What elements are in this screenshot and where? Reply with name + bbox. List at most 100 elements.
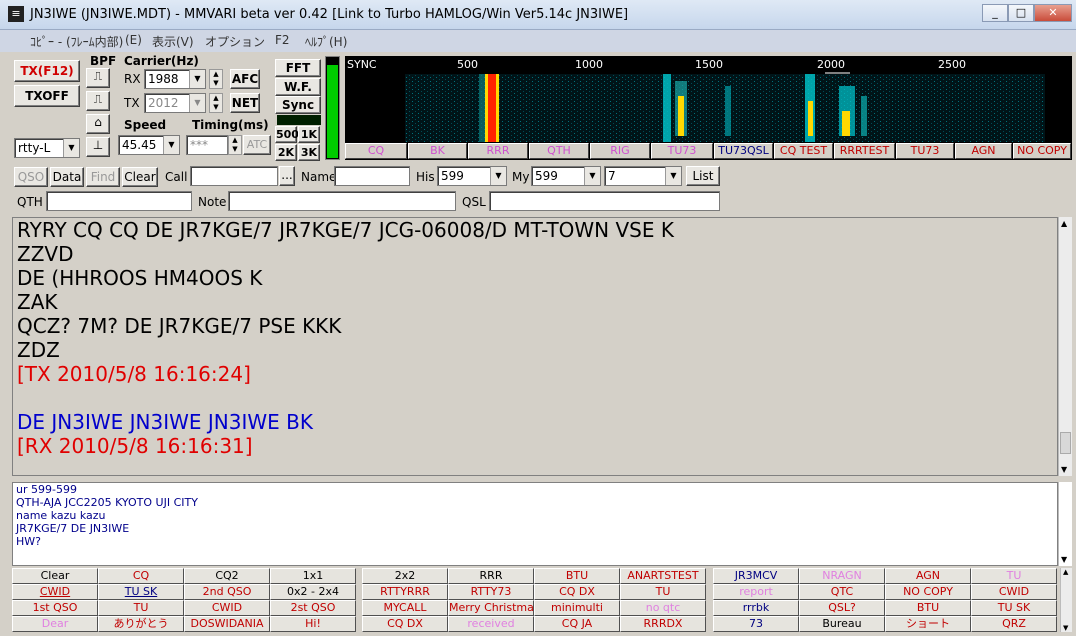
macro-button[interactable]: report bbox=[713, 584, 799, 600]
scroll-thumb[interactable] bbox=[1060, 432, 1071, 454]
macro-button[interactable]: CQ bbox=[98, 568, 184, 584]
macro-button[interactable]: JR3MCV bbox=[713, 568, 799, 584]
macro-button[interactable]: minimulti bbox=[534, 600, 620, 616]
menu-options[interactable]: オプション bbox=[205, 33, 265, 50]
macro-button[interactable]: 73 bbox=[713, 616, 799, 632]
bpf-sharp-button[interactable]: ⊥ bbox=[86, 137, 110, 157]
waterfall-tab-2[interactable]: RRR bbox=[468, 143, 528, 159]
bw-500-button[interactable]: 500 bbox=[275, 126, 299, 143]
close-button[interactable]: ✕ bbox=[1034, 4, 1072, 22]
transmit-scrollbar[interactable]: ▼ bbox=[1058, 482, 1072, 566]
macro-button[interactable]: Bureau bbox=[799, 616, 885, 632]
menu-edit[interactable]: (E) bbox=[125, 33, 142, 47]
rx-freq-select[interactable]: 1988 ▼ bbox=[144, 69, 206, 89]
bpf-wide-button[interactable]: ⎍ bbox=[86, 68, 110, 88]
his-rst-select[interactable]: 599 ▼ bbox=[437, 166, 507, 186]
rx-spin[interactable]: ▲ ▼ bbox=[209, 69, 223, 89]
macro-button[interactable]: 2nd QSO bbox=[184, 584, 270, 600]
menu-help[interactable]: ﾍﾙﾌﾟ(H) bbox=[305, 33, 347, 50]
tx-spin[interactable]: ▲ ▼ bbox=[209, 93, 223, 113]
find-button[interactable]: Find bbox=[86, 167, 120, 187]
waterfall-tab-1[interactable]: BK bbox=[408, 143, 467, 159]
mode-select[interactable]: rtty-L ▼ bbox=[14, 138, 80, 158]
macro-button[interactable]: CQ DX bbox=[362, 616, 448, 632]
macro-button[interactable]: no qtc bbox=[620, 600, 706, 616]
macro-button[interactable]: NO COPY bbox=[885, 584, 971, 600]
waterfall-tab-3[interactable]: QTH bbox=[529, 143, 589, 159]
macro-button[interactable]: 2st QSO bbox=[270, 600, 356, 616]
bpf-narrow-button[interactable]: ⌂ bbox=[86, 114, 110, 134]
txoff-button[interactable]: TXOFF bbox=[14, 85, 80, 107]
menu-view[interactable]: 表示(V) bbox=[152, 33, 194, 50]
minimize-button[interactable]: _ bbox=[982, 4, 1008, 22]
waterfall-tab-7[interactable]: CQ TEST bbox=[774, 143, 833, 159]
macro-button[interactable]: CQ DX bbox=[534, 584, 620, 600]
macro-button[interactable]: NRAGN bbox=[799, 568, 885, 584]
name-input[interactable] bbox=[334, 166, 410, 186]
waterfall-tab-4[interactable]: RIG bbox=[590, 143, 650, 159]
waterfall-tab-0[interactable]: CQ bbox=[345, 143, 407, 159]
macro-button[interactable]: CWID bbox=[971, 584, 1057, 600]
macro-button[interactable]: Hi! bbox=[270, 616, 356, 632]
waterfall-button[interactable]: W.F. bbox=[275, 78, 321, 96]
macro-button[interactable]: AGN bbox=[885, 568, 971, 584]
macro-button[interactable]: CQ2 bbox=[184, 568, 270, 584]
macro-button[interactable]: TU SK bbox=[971, 600, 1057, 616]
macro-button[interactable]: RTTY73 bbox=[448, 584, 534, 600]
call-input[interactable] bbox=[190, 166, 278, 186]
tx-freq-select[interactable]: 2012 ▼ bbox=[144, 93, 206, 113]
bw-1k-button[interactable]: 1K bbox=[298, 126, 320, 143]
macro-button[interactable]: QSL? bbox=[799, 600, 885, 616]
timing-field[interactable]: *** bbox=[186, 135, 228, 155]
note-input[interactable] bbox=[228, 191, 456, 211]
waterfall-tab-11[interactable]: NO COPY bbox=[1013, 143, 1071, 159]
macro-button[interactable]: ありがとう bbox=[98, 616, 184, 632]
list-button[interactable]: List bbox=[686, 166, 720, 186]
afc-button[interactable]: AFC bbox=[230, 69, 260, 89]
macro-button[interactable]: TU bbox=[971, 568, 1057, 584]
fft-button[interactable]: FFT bbox=[275, 59, 321, 77]
data-button[interactable]: Data bbox=[50, 167, 84, 187]
bw-3k-button[interactable]: 3K bbox=[298, 144, 320, 161]
macro-button[interactable]: MYCALL bbox=[362, 600, 448, 616]
macro-button[interactable]: QTC bbox=[799, 584, 885, 600]
sync-button[interactable]: Sync bbox=[275, 96, 321, 114]
macro-button[interactable]: ショート bbox=[885, 616, 971, 632]
macro-button[interactable]: 1x1 bbox=[270, 568, 356, 584]
macro-button[interactable]: received bbox=[448, 616, 534, 632]
qth-input[interactable] bbox=[46, 191, 192, 211]
macro-scrollbar[interactable]: ▲ ▼ bbox=[1060, 568, 1072, 632]
macro-button[interactable]: TU bbox=[98, 600, 184, 616]
receive-scrollbar[interactable]: ▲ ▼ bbox=[1058, 217, 1072, 476]
macro-button[interactable]: 1st QSO bbox=[12, 600, 98, 616]
atc-button[interactable]: ATC bbox=[243, 135, 271, 155]
tx-button[interactable]: TX(F12) bbox=[14, 60, 80, 82]
qso-button[interactable]: QSO bbox=[14, 167, 48, 187]
transmit-text-area[interactable]: ur 599-599 QTH-AJA JCC2205 KYOTO UJI CITY… bbox=[12, 482, 1058, 566]
waterfall-tab-8[interactable]: RRRTEST bbox=[834, 143, 895, 159]
call-lookup-button[interactable]: ... bbox=[279, 166, 295, 186]
macro-button[interactable]: CWID bbox=[184, 600, 270, 616]
menu-copy[interactable]: ｺﾋﾟｰ - (ﾌﾚｰﾑ内部) bbox=[30, 33, 123, 50]
macro-button[interactable]: RTTYRRR bbox=[362, 584, 448, 600]
receive-text-area[interactable]: RYRY CQ CQ DE JR7KGE/7 JR7KGE/7 JCG-0600… bbox=[12, 217, 1058, 476]
macro-button[interactable]: DOSWIDANIA bbox=[184, 616, 270, 632]
macro-button[interactable]: CWID bbox=[12, 584, 98, 600]
macro-button[interactable]: RRR bbox=[448, 568, 534, 584]
bw-2k-button[interactable]: 2K bbox=[275, 144, 297, 161]
macro-button[interactable]: BTU bbox=[534, 568, 620, 584]
speed-select[interactable]: 45.45 ▼ bbox=[118, 135, 180, 155]
waterfall-tab-9[interactable]: TU73 bbox=[896, 143, 954, 159]
bpf-mid-button[interactable]: ⎍ bbox=[86, 91, 110, 111]
macro-button[interactable]: Merry Christmas bbox=[448, 600, 534, 616]
macro-button[interactable]: QRZ bbox=[971, 616, 1057, 632]
macro-button[interactable]: Dear bbox=[12, 616, 98, 632]
macro-button[interactable]: TU bbox=[620, 584, 706, 600]
waterfall-tab-6[interactable]: TU73QSL bbox=[714, 143, 773, 159]
my-rst-select[interactable]: 599 ▼ bbox=[531, 166, 601, 186]
menu-f2[interactable]: F2 bbox=[275, 33, 290, 47]
waterfall-tab-5[interactable]: TU73 bbox=[651, 143, 713, 159]
qsl-input[interactable] bbox=[489, 191, 720, 211]
band-select[interactable]: 7 ▼ bbox=[604, 166, 682, 186]
waterfall-tab-10[interactable]: AGN bbox=[955, 143, 1012, 159]
